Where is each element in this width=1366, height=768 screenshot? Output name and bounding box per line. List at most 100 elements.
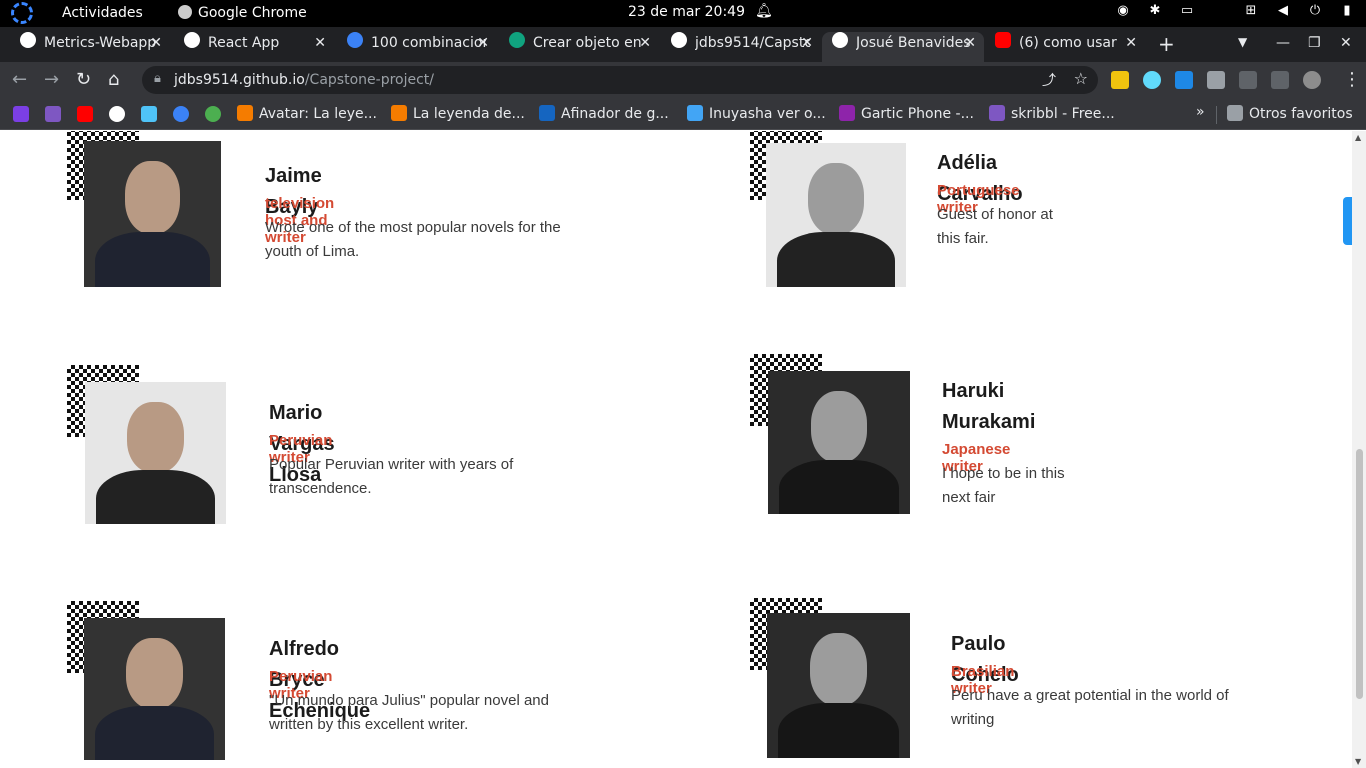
bookmark-b-icon[interactable] [13, 106, 29, 122]
bookmark-star-icon[interactable]: ☆ [1074, 69, 1088, 88]
profile-avatar[interactable] [1303, 71, 1321, 89]
tab-metrics-webapp[interactable]: Metrics-Webapp ✕ [10, 32, 170, 62]
browser-toolbar: ← → ↻ ⌂ 🔒︎ jdbs9514.github.io/Capstone-p… [0, 62, 1366, 98]
url-text[interactable]: jdbs9514.github.io/Capstone-project/ [174, 72, 434, 88]
notification-icon[interactable]: 🔔︎ [755, 3, 773, 19]
speaker-description: Peru have a great potential in the world… [951, 687, 1229, 728]
bookmark-fi-icon[interactable] [205, 106, 221, 122]
tab-crear-objeto[interactable]: Crear objeto en ✕ [499, 32, 659, 62]
bookmark-m-icon[interactable] [45, 106, 61, 122]
speaker-description: Guest of honor at this fair. [937, 206, 1053, 247]
restore-icon[interactable]: ❐ [1308, 35, 1321, 51]
close-tab-icon[interactable]: ✕ [964, 35, 976, 51]
bookmarks-overflow-icon[interactable]: » [1196, 104, 1205, 120]
tab-capstone-repo[interactable]: jdbs9514/Capstone✕ [661, 32, 821, 62]
bookmark-item[interactable]: La leyenda de... [391, 105, 525, 122]
speaker-name: Haruki Murakami [942, 380, 1036, 433]
openai-icon [509, 32, 525, 48]
steam-icon[interactable]: ◉ [1116, 4, 1130, 18]
side-tab-marker[interactable] [1343, 197, 1352, 245]
close-tab-icon[interactable]: ✕ [314, 35, 326, 51]
tab-youtube[interactable]: (6) como usar ✕ [985, 32, 1145, 62]
speaker-photo [766, 143, 906, 287]
bookmark-x-icon[interactable] [141, 106, 157, 122]
system-tray[interactable]: ◉ ✱ ▭ ⊞ ◀ ⏻ ▮ [1116, 4, 1354, 18]
minimize-icon[interactable]: — [1276, 35, 1290, 51]
home-icon[interactable]: ⌂ [108, 69, 119, 90]
menu-kebab-icon[interactable]: ⋮ [1343, 69, 1361, 90]
tab-josue-benavides[interactable]: Josué Benavides ✕ [822, 32, 984, 62]
bookmark-item[interactable]: Gartic Phone -... [839, 105, 974, 122]
forward-arrow-icon[interactable]: → [44, 69, 59, 90]
bookmark-canva-icon[interactable] [173, 106, 189, 122]
react-devtools-icon[interactable] [1143, 71, 1161, 89]
system-top-bar: Actividades Google Chrome 23 de mar 20:4… [0, 0, 1366, 27]
close-tab-icon[interactable]: ✕ [150, 35, 162, 51]
clock[interactable]: 23 de mar 20:49 [628, 4, 745, 20]
speaker-photo [768, 371, 910, 514]
blogger-icon [237, 105, 253, 121]
speaker-description: I hope to be in this next fair [942, 465, 1065, 506]
speaker-photo [84, 141, 221, 287]
speaker-photo [84, 618, 225, 760]
close-tab-icon[interactable]: ✕ [639, 35, 651, 51]
volume-icon[interactable]: ◀ [1276, 4, 1290, 18]
divider [1216, 106, 1217, 124]
reload-icon[interactable]: ↻ [76, 69, 91, 90]
bookmarks-bar: Avatar: La leye... La leyenda de... Afin… [0, 98, 1366, 130]
other-bookmarks[interactable]: Otros favoritos [1227, 105, 1353, 122]
bookmark-item[interactable]: Avatar: La leye... [237, 105, 377, 122]
github-icon [20, 32, 36, 48]
close-tab-icon[interactable]: ✕ [1125, 35, 1137, 51]
speaker-description: "Un mundo para Julius" popular novel and… [269, 692, 549, 733]
tab-react-app[interactable]: React App ✕ [174, 32, 334, 62]
activities-button[interactable]: Actividades [62, 5, 143, 21]
app-name: Google Chrome [198, 5, 307, 21]
bookmark-item[interactable]: skribbl - Free... [989, 105, 1115, 122]
close-window-icon[interactable]: ✕ [1340, 35, 1352, 51]
scrollbar-thumb[interactable] [1356, 449, 1363, 699]
scroll-up-arrow-icon[interactable]: ▲ [1355, 133, 1361, 142]
power-icon[interactable]: ⏻ [1308, 4, 1322, 18]
lock-icon[interactable]: 🔒︎ [154, 71, 161, 86]
close-tab-icon[interactable]: ✕ [801, 35, 813, 51]
tab-search-chevron-down-icon[interactable]: ▼ [1238, 35, 1247, 49]
slack-icon[interactable]: ✱ [1148, 4, 1162, 18]
network-icon[interactable]: ⊞ [1244, 4, 1258, 18]
chrome-icon [178, 5, 192, 19]
bookmark-youtube-icon[interactable] [77, 106, 93, 122]
scroll-down-arrow-icon[interactable]: ▼ [1355, 757, 1361, 766]
app-menu[interactable]: Google Chrome [178, 5, 307, 21]
bookmark-item[interactable]: Inuyasha ver o... [687, 105, 826, 122]
new-tab-button[interactable]: + [1158, 32, 1175, 56]
speaker-description: Wrote one of the most popular novels for… [265, 219, 561, 260]
tab-100-combinaciones[interactable]: 100 combinaciones✕ [337, 32, 497, 62]
ubuntu-logo-icon[interactable] [11, 2, 33, 24]
speaker-photo [767, 613, 910, 758]
reading-list-icon[interactable] [1239, 71, 1257, 89]
blogger-icon [391, 105, 407, 121]
back-arrow-icon[interactable]: ← [12, 69, 27, 90]
tab-strip: Metrics-Webapp ✕ React App ✕ 100 combinaci… [0, 27, 1366, 62]
globe-icon [184, 32, 200, 48]
share-icon[interactable]: ⤴ [1042, 70, 1056, 90]
speaker-photo [85, 382, 226, 524]
terminal-icon[interactable]: ▭ [1180, 4, 1194, 18]
page-content: Jaime Bayly television host and writer W… [0, 131, 1352, 768]
phone-icon [839, 105, 855, 121]
bookmark-google-icon[interactable] [109, 106, 125, 122]
bookmark-item[interactable]: Afinador de g... [539, 105, 669, 122]
extension-icon[interactable] [1175, 71, 1193, 89]
tuner-icon [539, 105, 555, 121]
speaker-description: Popular Peruvian writer with years of tr… [269, 456, 514, 497]
puzzle-icon[interactable] [1207, 71, 1225, 89]
page-scrollbar[interactable]: ▲ ▼ [1352, 131, 1366, 768]
battery-icon[interactable]: ▮ [1340, 4, 1354, 18]
close-tab-icon[interactable]: ✕ [477, 35, 489, 51]
address-bar[interactable]: 🔒︎ jdbs9514.github.io/Capstone-project/ … [142, 66, 1098, 94]
extension-icon[interactable] [1111, 71, 1129, 89]
youtube-icon [995, 32, 1011, 48]
side-panel-icon[interactable] [1271, 71, 1289, 89]
globe-icon [832, 32, 848, 48]
